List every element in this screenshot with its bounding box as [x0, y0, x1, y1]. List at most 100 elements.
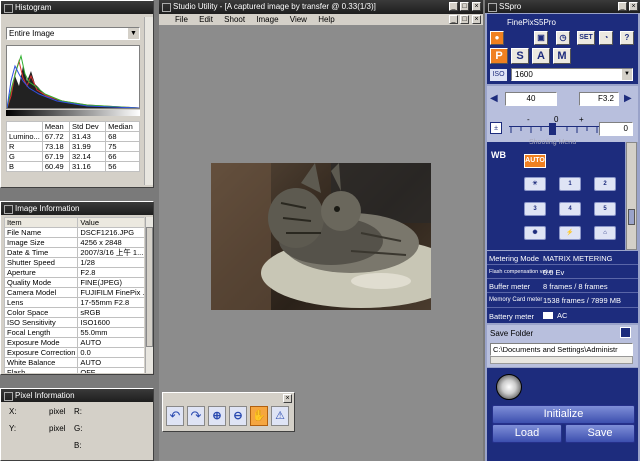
- hand-tool-button[interactable]: ✋: [250, 406, 268, 426]
- wb-shade-button[interactable]: ⌂: [594, 226, 616, 240]
- table-row[interactable]: Date & Time 2007/3/16 上午 1...: [4, 247, 144, 258]
- window-icon: [4, 205, 13, 214]
- image-info-scrollbar[interactable]: [145, 217, 153, 373]
- initialize-button[interactable]: Initialize: [492, 405, 635, 424]
- save-button[interactable]: Save: [565, 424, 635, 443]
- sspro-title: SSpro: [499, 2, 522, 11]
- info-value-cell: 1/28: [77, 257, 144, 268]
- table-cell: 31.16: [68, 161, 107, 172]
- camera-record-button[interactable]: ▣: [534, 31, 548, 45]
- minimize-button[interactable]: _: [618, 2, 627, 11]
- exposure-slider[interactable]: [509, 123, 599, 136]
- load-label: Load: [514, 427, 540, 439]
- menu-view[interactable]: View: [290, 14, 307, 25]
- shutter-speed-field[interactable]: 40: [505, 92, 557, 106]
- wb-sun-button[interactable]: ☀: [524, 177, 546, 191]
- table-row[interactable]: Exposure Correction 0.0: [4, 347, 144, 358]
- histogram-title-bar[interactable]: Histogram: [1, 1, 153, 14]
- wb-bulb-button[interactable]: ✺: [524, 226, 546, 240]
- rotate-left-button[interactable]: ↶: [166, 406, 184, 426]
- wb-fluor-5-button[interactable]: 5: [594, 202, 616, 216]
- memory-card-value: 1538 frames / 7899 MB: [543, 296, 621, 305]
- minimize-button[interactable]: _: [449, 2, 458, 11]
- wb-flash-button[interactable]: ⚡: [559, 226, 581, 240]
- menu-shoot[interactable]: Shoot: [224, 14, 245, 25]
- pixel-info-title-bar[interactable]: Pixel Information: [1, 389, 153, 402]
- floppy-icon[interactable]: [620, 327, 631, 338]
- doc-minimize-button[interactable]: _: [449, 15, 458, 24]
- close-button[interactable]: ×: [472, 2, 481, 11]
- mode-m-button[interactable]: M: [553, 48, 571, 64]
- scale-minus: -: [527, 115, 530, 124]
- shutter-release-button[interactable]: [496, 374, 522, 400]
- maximize-button[interactable]: □: [460, 2, 469, 11]
- table-cell: Lumino...: [6, 131, 43, 142]
- menu-help[interactable]: Help: [318, 14, 334, 25]
- window-icon: [4, 4, 13, 13]
- menu-image[interactable]: Image: [256, 14, 278, 25]
- toolbar-close-button[interactable]: ×: [283, 394, 292, 403]
- iso-select[interactable]: 1600 ▼: [511, 68, 633, 81]
- table-row[interactable]: Shutter Speed 1/28: [4, 257, 144, 268]
- mode-s-button[interactable]: S: [511, 48, 529, 64]
- exposure-value-field[interactable]: 0: [599, 122, 633, 136]
- table-row[interactable]: Quality Mode FINE(JPEG): [4, 277, 144, 288]
- window-icon: [4, 392, 13, 401]
- timer2-button[interactable]: ◔: [599, 31, 613, 45]
- table-row: Lumino... 67.72 31.43 68: [6, 131, 140, 142]
- table-row[interactable]: Exposure Mode AUTO: [4, 337, 144, 348]
- mode-a-button[interactable]: A: [532, 48, 550, 64]
- sspro-title-bar[interactable]: SSpro _ ×: [485, 0, 640, 13]
- exposure-value: 0: [623, 124, 628, 133]
- path-scrollbar[interactable]: [490, 356, 633, 364]
- table-row[interactable]: ISO Sensitivity ISO1600: [4, 317, 144, 328]
- menu-file[interactable]: File: [175, 14, 188, 25]
- shooting-menu-scrollbar[interactable]: [626, 142, 637, 250]
- mode-p-button[interactable]: P: [490, 48, 508, 64]
- chevron-down-icon[interactable]: ▼: [128, 28, 139, 39]
- table-row[interactable]: Image Size 4256 x 2848: [4, 237, 144, 248]
- set-button[interactable]: SET: [577, 31, 595, 45]
- doc-restore-button[interactable]: □: [460, 15, 469, 24]
- studio-title-bar[interactable]: Studio Utility - [A captured image by tr…: [159, 0, 483, 14]
- camera-mode-button[interactable]: ●: [490, 31, 504, 45]
- table-row[interactable]: White Balance AUTO: [4, 357, 144, 368]
- help-button[interactable]: ?: [620, 31, 634, 45]
- histogram-mode-select[interactable]: Entire Image ▼: [6, 27, 140, 40]
- table-row[interactable]: Lens 17-55mm F2.8: [4, 297, 144, 308]
- warning-button[interactable]: ⚠: [271, 406, 289, 426]
- histogram-scrollbar[interactable]: [144, 17, 153, 185]
- chevron-right-icon[interactable]: ▶: [624, 93, 632, 104]
- image-info-title-bar[interactable]: Image Information: [1, 202, 153, 215]
- table-row[interactable]: Focal Length 55.0mm: [4, 327, 144, 338]
- wb-fluor-4-button[interactable]: 4: [559, 202, 581, 216]
- metering-value: MATRIX METERING: [543, 254, 613, 263]
- zoom-out-button[interactable]: ⊖: [229, 406, 247, 426]
- table-row[interactable]: Color Space sRGB: [4, 307, 144, 318]
- table-row[interactable]: Flash OFF: [4, 367, 144, 373]
- menu-edit[interactable]: Edit: [199, 14, 213, 25]
- aperture-field[interactable]: F3.2: [579, 92, 619, 106]
- fluor-4-label: 4: [568, 206, 572, 212]
- load-button[interactable]: Load: [492, 424, 562, 443]
- scrollbar-thumb[interactable]: [628, 209, 635, 225]
- table-row[interactable]: Aperture F2.8: [4, 267, 144, 278]
- slider-thumb[interactable]: [549, 123, 556, 135]
- timer-button[interactable]: ◷: [556, 31, 570, 45]
- wb-fluor-3-button[interactable]: 3: [524, 202, 546, 216]
- chevron-down-icon[interactable]: ▼: [622, 69, 632, 80]
- table-row[interactable]: File Name DSCF1216.JPG: [4, 227, 144, 238]
- chevron-left-icon[interactable]: ◀: [490, 93, 498, 104]
- rotate-right-button[interactable]: ↷: [187, 406, 205, 426]
- save-folder-path[interactable]: C:\Documents and Settings\Administr: [490, 343, 633, 356]
- wb-fluor-2-button[interactable]: 2: [594, 177, 616, 191]
- iso-label: ISO: [490, 69, 507, 81]
- zoom-in-button[interactable]: ⊕: [208, 406, 226, 426]
- doc-close-button[interactable]: ×: [472, 15, 481, 24]
- wb-fluor-1-button[interactable]: 1: [559, 177, 581, 191]
- close-button[interactable]: ×: [629, 2, 638, 11]
- table-row[interactable]: Camera Model FUJIFILM FinePix ...: [4, 287, 144, 298]
- info-value-cell: AUTO: [77, 357, 144, 368]
- wb-auto-button[interactable]: AUTO: [524, 154, 546, 168]
- scrollbar-thumb[interactable]: [146, 227, 153, 347]
